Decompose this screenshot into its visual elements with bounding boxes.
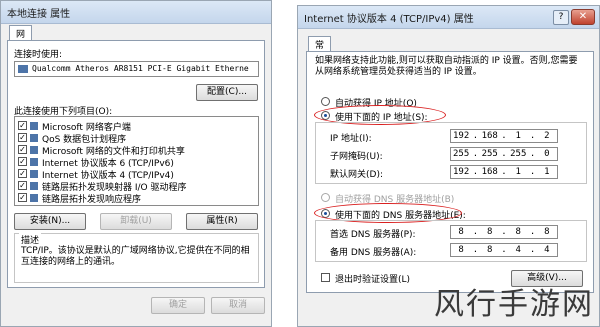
subnet-mask-label: 子网掩码(U): (330, 152, 383, 162)
right-titlebar: Internet 协议版本 4 (TCP/IPv4) 属性 ? ✕ (298, 6, 599, 29)
ok-button[interactable]: 确定 (151, 297, 205, 314)
preferred-dns-input[interactable]: 8.8.8.8 (450, 225, 558, 239)
network-adapter-icon (18, 65, 28, 73)
file-sharing-icon (30, 146, 38, 154)
list-item[interactable]: ✓ Microsoft 网络客户端 (18, 120, 256, 133)
preferred-dns-label: 首选 DNS 服务器(P): (330, 230, 416, 240)
left-titlebar: 本地连接 属性 (1, 1, 271, 24)
list-item[interactable]: ✓ 链路层拓扑发现映射器 I/O 驱动程序 (18, 180, 256, 193)
item-checkbox[interactable]: ✓ (18, 157, 27, 166)
item-checkbox[interactable]: ✓ (18, 133, 27, 142)
connect-using-label: 连接时使用: (14, 50, 63, 60)
ip-group: IP 地址(I): 192. 168. 1. 2 子网掩码(U): 255. 255. 2… (315, 122, 587, 184)
ip-address-input[interactable]: 192. 168. 1. 2 (450, 129, 558, 143)
protocol-icon (30, 158, 38, 166)
properties-button[interactable]: 属性(R) (186, 213, 258, 230)
list-item[interactable]: ✓ 链路层拓扑发现响应程序 (18, 192, 256, 205)
items-list: ✓ Microsoft 网络客户端 ✓ QoS 数据包计划程序 ✓ Micros… (14, 116, 259, 206)
alternate-dns-input[interactable]: 8.8.4.4 (450, 243, 558, 257)
description-title: 描述 (19, 233, 42, 246)
install-button[interactable]: 安装(N)... (14, 213, 86, 230)
alternate-dns-label: 备用 DNS 服务器(A): (330, 248, 417, 258)
info-text: 如果网络支持此功能,则可以获取自动指派的 IP 设置。否则,您需要从网络系统管理… (315, 56, 578, 77)
list-item[interactable]: ✓ Internet 协议版本 6 (TCP/IPv6) (18, 156, 256, 169)
cancel-button[interactable]: 取消 (211, 297, 265, 314)
gateway-label: 默认网关(D): (330, 170, 383, 180)
subnet-mask-input[interactable]: 255. 255. 255. 0 (450, 147, 558, 161)
item-checkbox[interactable]: ✓ (18, 169, 27, 178)
left-tab-panel: 连接时使用: Qualcomm Atheros AR8151 PCI-E Gig… (7, 40, 265, 288)
auto-dns-radio[interactable] (321, 193, 330, 202)
item-checkbox[interactable]: ✓ (18, 181, 27, 190)
adapter-field: Qualcomm Atheros AR8151 PCI-E Gigabit Et… (14, 61, 259, 77)
list-item[interactable]: ✓ QoS 数据包计划程序 (18, 132, 256, 145)
local-connection-properties-window: 本地连接 属性 网络 连接时使用: Qualcomm Atheros AR815… (0, 0, 272, 327)
ip-address-label: IP 地址(I): (330, 134, 372, 144)
list-item[interactable]: ✓ Internet 协议版本 4 (TCP/IPv4) (18, 168, 256, 181)
watermark: 风行手游网 (434, 287, 594, 322)
description-text: TCP/IP。该协议是默认的广域网络协议,它提供在不同的相互连接的网络上的通讯。 (21, 246, 250, 267)
uninstall-button[interactable]: 卸载(U) (100, 213, 172, 230)
right-tab-panel: 如果网络支持此功能,则可以获取自动指派的 IP 设置。否则,您需要从网络系统管理… (306, 51, 594, 293)
dns-group: 首选 DNS 服务器(P): 8.8.8.8 备用 DNS 服务器(A): 8.… (315, 220, 587, 262)
qos-icon (30, 134, 38, 142)
description-group: 描述 TCP/IP。该协议是默认的广域网络协议,它提供在不同的相互连接的网络上的… (14, 233, 259, 283)
protocol-icon (30, 194, 38, 202)
item-checkbox[interactable]: ✓ (18, 145, 27, 154)
list-item[interactable]: ✓ Microsoft 网络的文件和打印机共享 (18, 144, 256, 157)
right-window-title: Internet 协议版本 4 (TCP/IPv4) 属性 (304, 14, 474, 25)
adapter-name: Qualcomm Atheros AR8151 PCI-E Gigabit Et… (32, 64, 249, 73)
left-window-title: 本地连接 属性 (7, 9, 71, 20)
auto-ip-radio[interactable] (321, 97, 330, 106)
protocol-icon (30, 170, 38, 178)
network-client-icon (30, 122, 38, 130)
validate-checkbox[interactable] (321, 273, 330, 282)
close-icon[interactable]: ✕ (571, 9, 595, 25)
validate-label: 退出时验证设置(L) (335, 275, 411, 285)
tab-general[interactable]: 常规 (308, 36, 332, 64)
help-icon[interactable]: ? (553, 10, 569, 25)
item-label: 链路层拓扑发现响应程序 (42, 195, 142, 205)
item-checkbox[interactable]: ✓ (18, 121, 27, 130)
tab-network[interactable]: 网络 (9, 25, 33, 53)
configure-button[interactable]: 配置(C)... (196, 84, 258, 101)
item-checkbox[interactable]: ✓ (18, 193, 27, 202)
gateway-input[interactable]: 192. 168. 1. 1 (450, 165, 558, 179)
protocol-icon (30, 182, 38, 190)
